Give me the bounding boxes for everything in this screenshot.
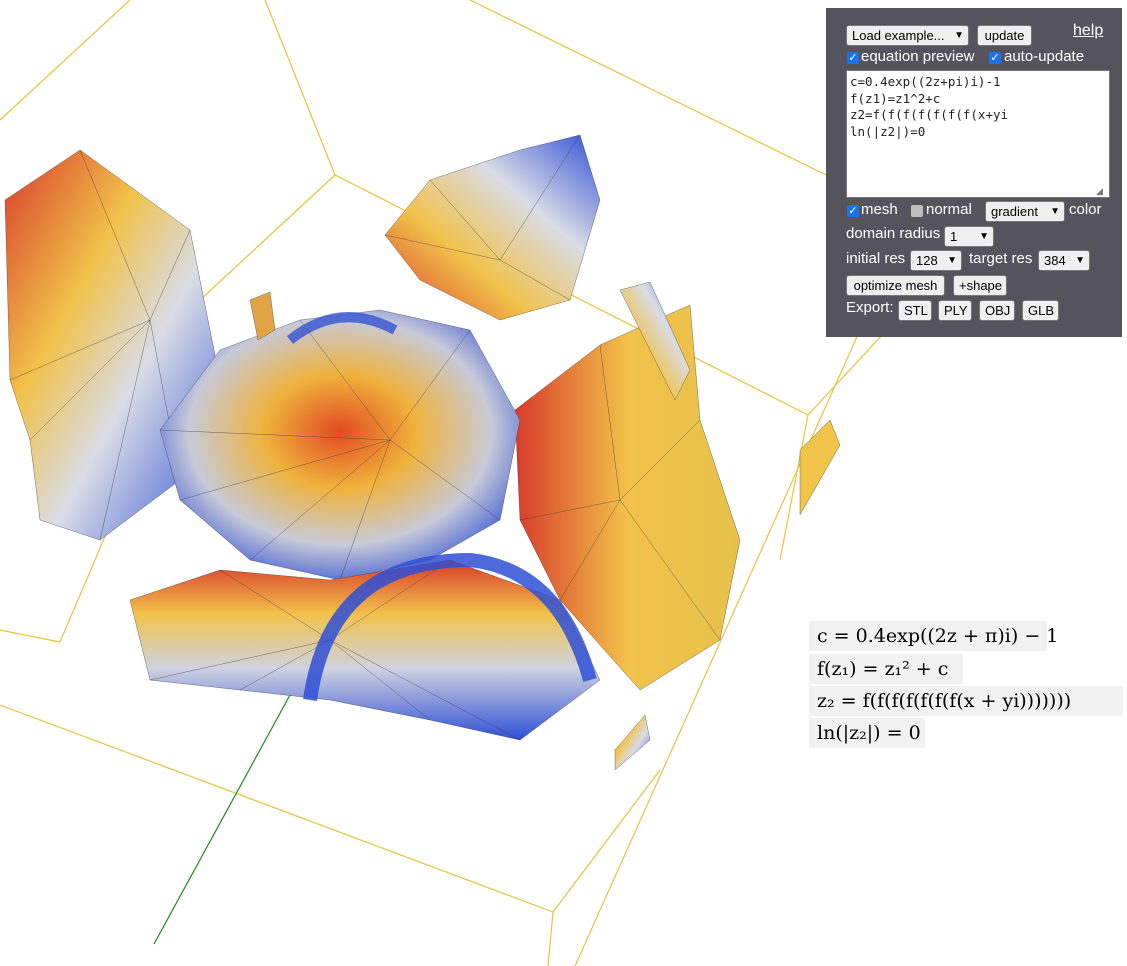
equation-preview-line: f(z₁) = z₁² + c <box>809 654 963 684</box>
domain-radius-value: 1 <box>950 229 958 244</box>
export-glb-button[interactable]: GLB <box>1022 300 1059 321</box>
export-ply-button[interactable]: PLY <box>938 300 972 321</box>
normal-checkbox[interactable] <box>911 205 923 217</box>
normal-label: normal <box>926 201 972 218</box>
target-res-value: 384 <box>1044 253 1066 268</box>
target-res-select[interactable]: 384 ▼ <box>1038 250 1090 271</box>
domain-radius-select[interactable]: 1 ▼ <box>944 226 994 247</box>
equation-preview-line: z₂ = f(f(f(f(f(f(f(x + yi))))))) <box>809 686 1123 716</box>
export-stl-button[interactable]: STL <box>898 300 932 321</box>
chevron-down-icon: ▼ <box>1075 255 1085 266</box>
auto-update-checkbox[interactable]: ✓ <box>989 52 1001 64</box>
update-button[interactable]: update <box>977 25 1032 46</box>
chevron-down-icon: ▼ <box>979 231 989 242</box>
initial-res-select[interactable]: 128 ▼ <box>910 250 962 271</box>
domain-radius-label: domain radius <box>846 225 941 242</box>
color-label: color <box>1069 201 1102 218</box>
example-select-value: Load example... <box>852 28 945 43</box>
mesh-label: mesh <box>861 201 898 218</box>
equation-preview-line: ln(|z₂|) = 0 <box>809 718 925 748</box>
chevron-down-icon: ▼ <box>1050 206 1060 217</box>
add-shape-button[interactable]: +shape <box>953 275 1007 296</box>
auto-update-label: auto-update <box>1004 48 1085 65</box>
control-panel: Load example... ▼ update help ✓ equation… <box>826 8 1122 337</box>
equation-preview-checkbox[interactable]: ✓ <box>847 52 859 64</box>
mesh-checkbox[interactable]: ✓ <box>847 205 859 217</box>
implicit-surface <box>4 134 841 771</box>
export-obj-button[interactable]: OBJ <box>979 300 1015 321</box>
color-mode-value: gradient <box>991 204 1038 219</box>
example-select[interactable]: Load example... ▼ <box>846 25 969 46</box>
equation-textarea[interactable]: c=0.4exp((2z+pi)i)-1 f(z1)=z1^2+c z2=f(f… <box>846 70 1110 198</box>
target-res-label: target res <box>969 250 1033 267</box>
equation-preview-label: equation preview <box>861 48 975 65</box>
equation-preview-line: c = 0.4exp((2z + π)i) − 1 <box>809 621 1058 651</box>
optimize-mesh-button[interactable]: optimize mesh <box>846 275 945 296</box>
initial-res-value: 128 <box>916 253 938 268</box>
chevron-down-icon: ▼ <box>947 255 957 266</box>
initial-res-label: initial res <box>846 250 906 267</box>
help-link[interactable]: help <box>1073 22 1103 40</box>
export-label: Export: <box>846 299 894 316</box>
chevron-down-icon: ▼ <box>954 30 964 41</box>
color-mode-select[interactable]: gradient ▼ <box>985 201 1065 222</box>
